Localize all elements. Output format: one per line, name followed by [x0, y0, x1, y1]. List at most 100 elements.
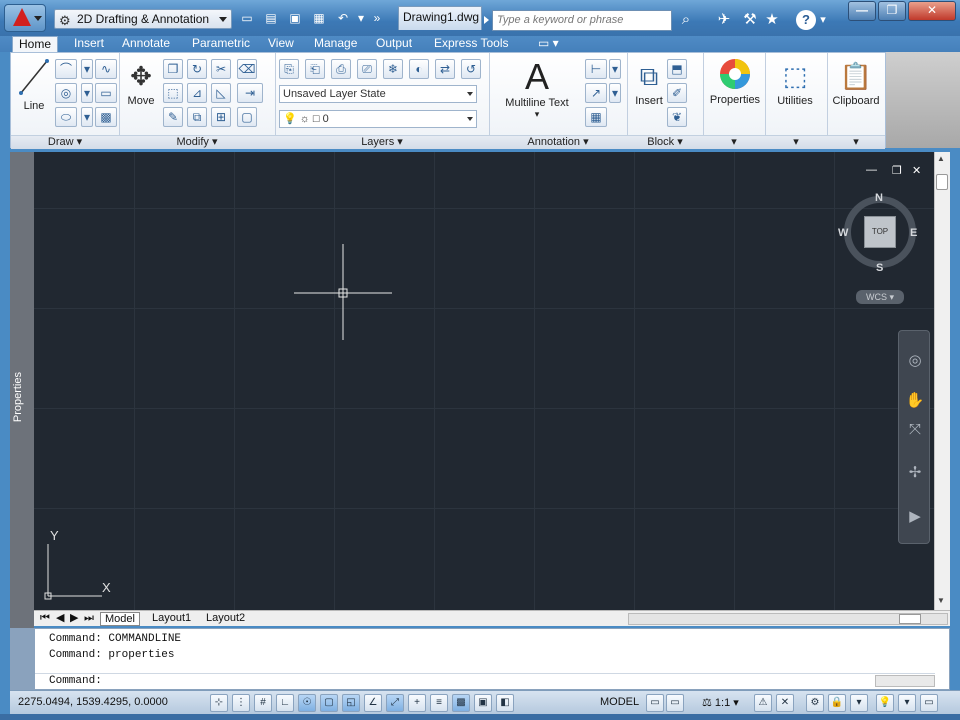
- save-as-icon[interactable]: ▦: [310, 10, 328, 27]
- command-scrollbar[interactable]: [875, 675, 935, 687]
- compass-west[interactable]: W: [838, 227, 848, 239]
- close-button[interactable]: ✕: [908, 1, 956, 21]
- isolate-objects-icon[interactable]: 💡: [876, 694, 894, 712]
- properties-panel-title[interactable]: ▾: [703, 135, 765, 149]
- layer-state-icon[interactable]: ⎗: [305, 59, 325, 79]
- layer-unisolate-icon[interactable]: ⎚: [357, 59, 377, 79]
- status-menu-icon[interactable]: ▾: [898, 694, 916, 712]
- workspace-switching-icon[interactable]: ⚙: [806, 694, 824, 712]
- horizontal-scrollbar[interactable]: [628, 613, 948, 625]
- rotate-icon[interactable]: ↻: [187, 59, 207, 79]
- annotation-scale[interactable]: ⚖ 1:1 ▾: [702, 696, 739, 709]
- workspace-dropdown[interactable]: ⚙ 2D Drafting & Annotation: [54, 9, 232, 29]
- layer-state-dropdown[interactable]: Unsaved Layer State: [279, 85, 477, 103]
- compass-south[interactable]: S: [876, 262, 883, 274]
- communication-center-icon[interactable]: ✈: [714, 10, 734, 30]
- more-icon[interactable]: »: [368, 10, 386, 27]
- model-space-label[interactable]: MODEL: [600, 696, 639, 708]
- viewport-restore-icon[interactable]: ❐: [892, 164, 902, 177]
- wcs-menu[interactable]: WCS ▾: [856, 290, 904, 304]
- tab-manage[interactable]: Manage: [308, 36, 363, 52]
- block-editor-icon[interactable]: ✐: [667, 83, 687, 103]
- save-icon[interactable]: ▣: [286, 10, 304, 27]
- dynamic-input-toggle[interactable]: +: [408, 694, 426, 712]
- multiline-text-button[interactable]: A Multiline Text ▾: [497, 57, 577, 129]
- object-snap-toggle[interactable]: ▢: [320, 694, 338, 712]
- utilities-panel-title[interactable]: ▾: [765, 135, 827, 149]
- favorites-star-icon[interactable]: ★: [762, 10, 782, 30]
- move-button[interactable]: ✥ Move: [123, 57, 159, 117]
- tab-output[interactable]: Output: [370, 36, 418, 52]
- compass-north[interactable]: N: [875, 192, 883, 204]
- quick-view-layouts-icon[interactable]: ▭: [646, 694, 664, 712]
- lineweight-toggle[interactable]: ≡: [430, 694, 448, 712]
- dynamic-ucs-toggle[interactable]: ⤢: [386, 694, 404, 712]
- pen-icon[interactable]: ✎: [163, 107, 183, 127]
- clipboard-panel-title[interactable]: ▾: [827, 135, 885, 149]
- offset-icon[interactable]: ▢: [237, 107, 257, 127]
- layer-off-icon[interactable]: ◐: [409, 59, 429, 79]
- tools-icon[interactable]: ⚒: [740, 10, 760, 30]
- polyline-dropdown[interactable]: ▾: [81, 59, 93, 79]
- selection-cycling-toggle[interactable]: ◧: [496, 694, 514, 712]
- grid-display-toggle[interactable]: #: [254, 694, 272, 712]
- layer-previous-icon[interactable]: ↺: [461, 59, 481, 79]
- steering-wheel-icon[interactable]: ◎: [905, 351, 925, 371]
- layer-isolate-icon[interactable]: ⎙: [331, 59, 351, 79]
- vertical-scrollbar[interactable]: ▲ ▼: [934, 152, 950, 610]
- layer-freeze-icon[interactable]: ❄: [383, 59, 403, 79]
- pan-hand-icon[interactable]: ✋: [905, 391, 925, 411]
- snap-mode-toggle[interactable]: ⋮: [232, 694, 250, 712]
- ellipse-icon[interactable]: ⬭: [55, 107, 77, 127]
- ribbon-options-icon[interactable]: ▭ ▾: [532, 36, 565, 52]
- tab-view[interactable]: View: [262, 36, 300, 52]
- circle-dropdown[interactable]: ▾: [81, 83, 93, 103]
- tab-model[interactable]: Model: [100, 612, 140, 626]
- polyline-icon[interactable]: ⌒: [55, 59, 77, 79]
- quick-view-drawings-icon[interactable]: ▭: [666, 694, 684, 712]
- new-file-icon[interactable]: ▭: [238, 10, 256, 27]
- annotation-visibility-icon[interactable]: ⚠: [754, 694, 772, 712]
- scroll-down-icon[interactable]: ▼: [937, 596, 945, 605]
- viewport-minimize-icon[interactable]: —: [866, 164, 877, 176]
- scale-icon[interactable]: ⧉: [187, 107, 207, 127]
- leader-dropdown[interactable]: ▾: [609, 83, 621, 103]
- tab-layout1[interactable]: Layout1: [148, 612, 195, 626]
- command-window[interactable]: Command: COMMANDLINE Command: properties…: [34, 628, 950, 690]
- chevron-down-icon[interactable]: ▾: [818, 10, 828, 30]
- coordinates-readout[interactable]: 2275.0494, 1539.4295, 0.0000: [18, 696, 168, 708]
- tab-express-tools[interactable]: Express Tools: [428, 36, 514, 52]
- undo-icon[interactable]: ↶: [334, 10, 352, 27]
- undo-dropdown-icon[interactable]: ▾: [356, 10, 366, 27]
- draw-panel-title[interactable]: Draw ▾: [11, 135, 119, 149]
- stretch-icon[interactable]: ⬚: [163, 83, 183, 103]
- layer-dropdown[interactable]: 💡 ☼ □ 0: [279, 110, 477, 128]
- leader-icon[interactable]: ↗: [585, 83, 607, 103]
- create-block-icon[interactable]: ⬒: [667, 59, 687, 79]
- search-input[interactable]: Type a keyword or phrase: [492, 10, 672, 31]
- mirror-icon[interactable]: ⊿: [187, 83, 207, 103]
- tab-home[interactable]: Home: [12, 36, 59, 52]
- tab-insert[interactable]: Insert: [68, 36, 110, 52]
- insert-block-button[interactable]: ⧉ Insert: [629, 57, 669, 117]
- search-expand-icon[interactable]: [484, 16, 489, 24]
- object-snap-tracking-toggle[interactable]: ∠: [364, 694, 382, 712]
- quick-properties-toggle[interactable]: ▣: [474, 694, 492, 712]
- command-prompt[interactable]: Command:: [49, 675, 102, 687]
- viewport-close-icon[interactable]: ✕: [912, 164, 921, 177]
- tab-parametric[interactable]: Parametric: [186, 36, 256, 52]
- clipboard-button[interactable]: 📋 Clipboard: [827, 57, 885, 117]
- 3d-object-snap-toggle[interactable]: ◱: [342, 694, 360, 712]
- transparency-toggle[interactable]: ▩: [452, 694, 470, 712]
- ortho-mode-toggle[interactable]: ∟: [276, 694, 294, 712]
- clean-screen-icon[interactable]: ▭: [920, 694, 938, 712]
- fillet-icon[interactable]: ◺: [211, 83, 231, 103]
- layer-match-icon[interactable]: ⇄: [435, 59, 455, 79]
- minimize-button[interactable]: —: [848, 1, 876, 21]
- erase-icon[interactable]: ⌫: [237, 59, 257, 79]
- scroll-thumb[interactable]: [899, 614, 921, 624]
- scroll-thumb[interactable]: [936, 174, 948, 190]
- lock-ui-icon[interactable]: 🔒: [828, 694, 846, 712]
- circle-icon[interactable]: ◎: [55, 83, 77, 103]
- last-layout-icon[interactable]: ⏭: [80, 612, 98, 626]
